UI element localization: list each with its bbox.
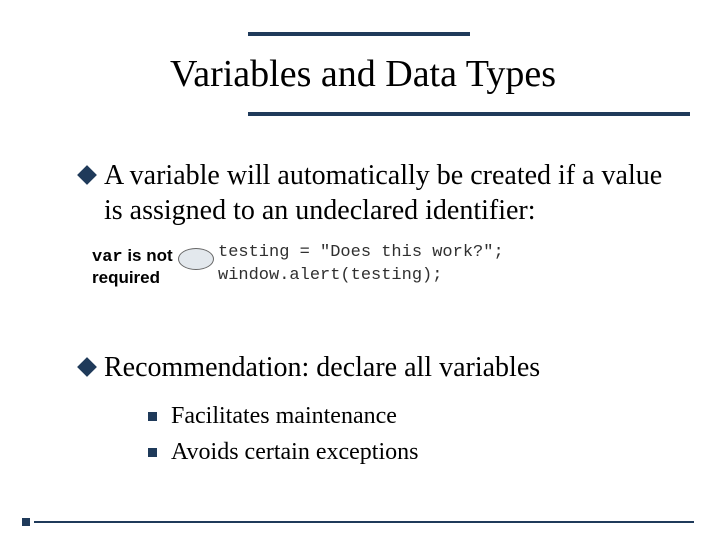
callout-line2: required [92,268,160,287]
sub-item-2-text: Avoids certain exceptions [171,436,418,468]
bullet-1-text: A variable will automatically be created… [104,158,664,228]
rule-under-title [248,112,690,116]
callout-text: var is not required [92,246,173,287]
code-line-1: testing = "Does this work?"; [218,243,504,262]
square-icon [148,412,157,421]
bullet-2-text: Recommendation: declare all variables [104,350,540,385]
footer-square-icon [22,518,30,526]
rule-top [248,32,470,36]
sub-item-2: Avoids certain exceptions [148,436,418,468]
slide-title: Variables and Data Types [170,52,556,96]
sub-list: Facilitates maintenance Avoids certain e… [148,400,418,473]
diamond-icon [77,357,97,377]
slide: Variables and Data Types A variable will… [0,0,720,540]
code-block: testing = "Does this work?"; window.aler… [218,242,504,288]
sub-item-1: Facilitates maintenance [148,400,418,432]
code-line-2: window.alert(testing); [218,266,442,285]
square-icon [148,448,157,457]
callout-mono: var [92,248,123,267]
footer-rule [34,521,694,523]
callout-oval-icon [178,248,214,270]
bullet-1: A variable will automatically be created… [80,158,664,228]
diamond-icon [77,165,97,185]
bullet-2: Recommendation: declare all variables [80,350,540,385]
callout-rest1: is not [123,246,173,265]
sub-item-1-text: Facilitates maintenance [171,400,397,432]
